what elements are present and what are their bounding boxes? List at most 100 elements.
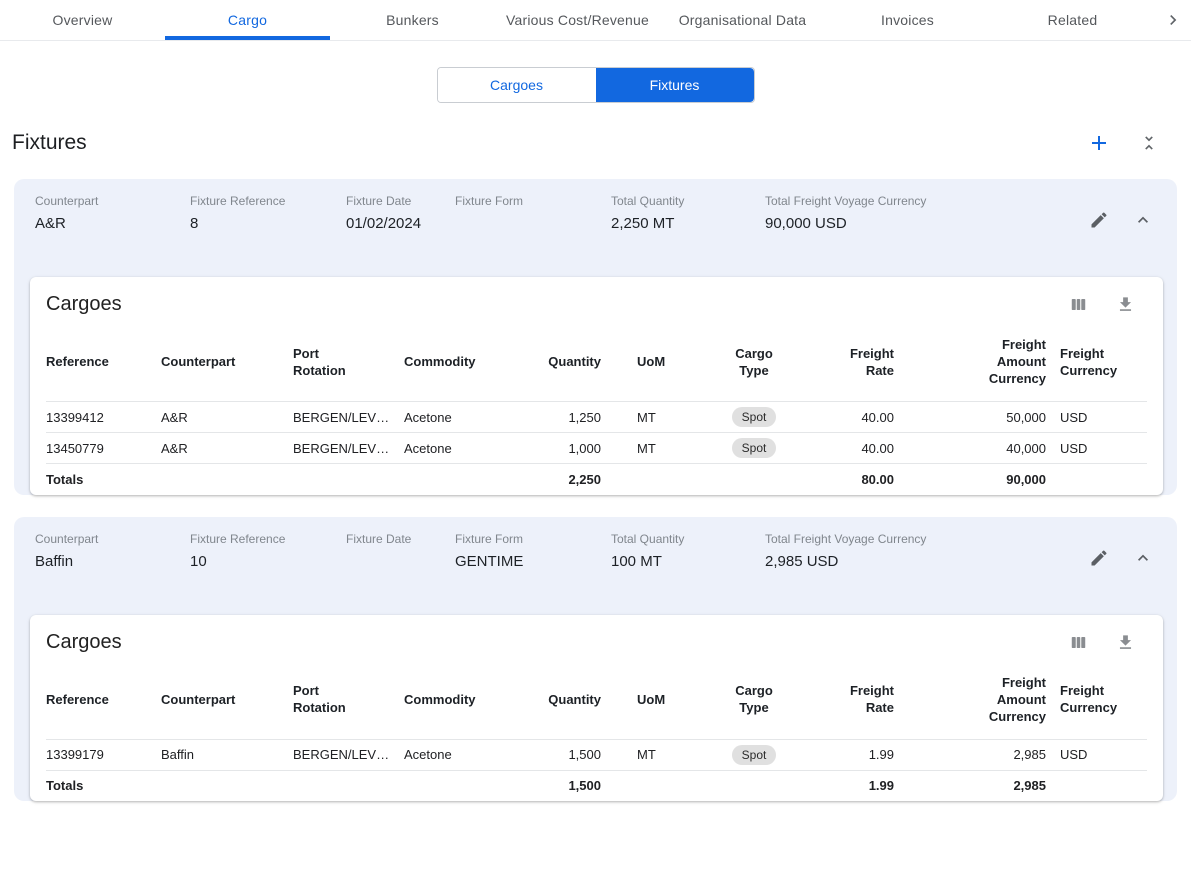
field-value: A&R (35, 215, 180, 233)
collapse-fixture-button[interactable] (1131, 546, 1155, 570)
field-value: 10 (190, 553, 336, 571)
fixture-actions (1087, 208, 1163, 232)
page-title-row: Fixtures (12, 129, 1177, 157)
top-tab-bar: Overview Cargo Bunkers Various Cost/Reve… (0, 0, 1191, 41)
tab-various-cost-revenue[interactable]: Various Cost/Revenue (495, 0, 660, 40)
table-header-row: Reference Counterpart Port Rotation Comm… (46, 326, 1147, 402)
totals-row: Totals 2,250 80.00 90,000 (46, 464, 1147, 495)
table-header-row: Reference Counterpart Port Rotation Comm… (46, 664, 1147, 740)
pencil-icon (1089, 210, 1109, 230)
cargoes-title: Cargoes (46, 631, 122, 654)
cargo-type-chip: Spot (732, 407, 777, 427)
toggle-fixtures-button[interactable]: Fixtures (596, 68, 754, 102)
field-label: Counterpart (35, 194, 180, 209)
view-columns-icon (1069, 295, 1088, 314)
field-label: Fixture Form (455, 194, 601, 209)
page-actions (1085, 129, 1177, 157)
col-header: Cargo Type (700, 664, 808, 740)
col-header: Freight Amount Currency (928, 664, 1060, 740)
chevron-right-icon (1163, 10, 1183, 30)
download-icon (1116, 633, 1135, 652)
edit-fixture-button[interactable] (1087, 546, 1111, 570)
tab-related[interactable]: Related (990, 0, 1155, 40)
view-toggle-group: Cargoes Fixtures (437, 67, 755, 103)
totals-label: Totals (46, 464, 161, 495)
col-header: Cargo Type (700, 326, 808, 402)
tab-overview[interactable]: Overview (0, 0, 165, 40)
col-header: Reference (46, 664, 161, 740)
field-label: Total Freight Voyage Currency (765, 194, 970, 209)
totals-label: Totals (46, 770, 161, 801)
edit-fixture-button[interactable] (1087, 208, 1111, 232)
field-label: Counterpart (35, 532, 180, 547)
column-settings-button[interactable] (1067, 631, 1090, 654)
col-header: Port Rotation (293, 326, 404, 402)
view-columns-icon (1069, 633, 1088, 652)
field-value (346, 553, 445, 571)
cargoes-card: Cargoes (30, 277, 1163, 495)
field-label: Total Quantity (611, 194, 755, 209)
field-value: Baffin (35, 553, 180, 571)
download-button[interactable] (1114, 293, 1137, 316)
table-row[interactable]: 13450779 A&R BERGEN/LEV… Acetone 1,000 M… (46, 433, 1147, 464)
chevron-up-icon (1133, 548, 1153, 568)
collapse-fixture-button[interactable] (1131, 208, 1155, 232)
col-header: Reference (46, 326, 161, 402)
pencil-icon (1089, 548, 1109, 568)
field-label: Fixture Date (346, 194, 445, 209)
col-header: Freight Amount Currency (928, 326, 1060, 402)
field-value: 8 (190, 215, 336, 233)
totals-row: Totals 1,500 1.99 2,985 (46, 770, 1147, 801)
field-value: 2,985 USD (765, 553, 970, 571)
fixture-header: Counterpart A&R Fixture Reference 8 Fixtur… (14, 179, 1177, 275)
tab-bunkers[interactable]: Bunkers (330, 0, 495, 40)
col-header: Freight Rate (808, 664, 928, 740)
field-label: Total Quantity (611, 532, 755, 547)
fixture-header: Counterpart Baffin Fixture Reference 10 Fi… (14, 517, 1177, 613)
add-fixture-button[interactable] (1085, 129, 1113, 157)
tab-cargo[interactable]: Cargo (165, 0, 330, 40)
col-header: UoM (609, 664, 700, 740)
fixture-card: Counterpart A&R Fixture Reference 8 Fixtur… (14, 179, 1177, 495)
field-value: 01/02/2024 (346, 215, 445, 233)
collapse-all-button[interactable] (1137, 131, 1161, 155)
col-header: Port Rotation (293, 664, 404, 740)
field-label: Fixture Form (455, 532, 601, 547)
download-button[interactable] (1114, 631, 1137, 654)
cargoes-table: Reference Counterpart Port Rotation Comm… (46, 326, 1147, 495)
col-header: Freight Currency (1060, 664, 1147, 740)
col-header: UoM (609, 326, 700, 402)
col-header: Counterpart (161, 664, 293, 740)
more-tabs-button[interactable] (1155, 0, 1191, 40)
table-row[interactable]: 13399179 Baffin BERGEN/LEV… Acetone 1,50… (46, 739, 1147, 770)
field-value (455, 215, 601, 233)
field-label: Fixture Reference (190, 532, 336, 547)
view-toggle-wrap: Cargoes Fixtures (0, 67, 1191, 103)
col-header: Counterpart (161, 326, 293, 402)
col-header: Quantity (529, 326, 609, 402)
cargo-type-chip: Spot (732, 745, 777, 765)
fixture-actions (1087, 546, 1163, 570)
field-label: Fixture Reference (190, 194, 336, 209)
chevron-up-icon (1133, 210, 1153, 230)
field-value: 90,000 USD (765, 215, 970, 233)
plus-icon (1087, 131, 1111, 155)
unfold-less-icon (1139, 133, 1159, 153)
page-title: Fixtures (12, 131, 87, 155)
toggle-cargoes-button[interactable]: Cargoes (438, 68, 596, 102)
cargoes-table: Reference Counterpart Port Rotation Comm… (46, 664, 1147, 802)
cargoes-card: Cargoes (30, 615, 1163, 802)
tab-organisational-data[interactable]: Organisational Data (660, 0, 825, 40)
col-header: Commodity (404, 664, 529, 740)
col-header: Quantity (529, 664, 609, 740)
download-icon (1116, 295, 1135, 314)
table-row[interactable]: 13399412 A&R BERGEN/LEV… Acetone 1,250 M… (46, 402, 1147, 433)
field-label: Fixture Date (346, 532, 445, 547)
column-settings-button[interactable] (1067, 293, 1090, 316)
col-header: Freight Rate (808, 326, 928, 402)
field-label: Total Freight Voyage Currency (765, 532, 970, 547)
tab-invoices[interactable]: Invoices (825, 0, 990, 40)
field-value: GENTIME (455, 553, 601, 571)
col-header: Commodity (404, 326, 529, 402)
field-value: 2,250 MT (611, 215, 755, 233)
